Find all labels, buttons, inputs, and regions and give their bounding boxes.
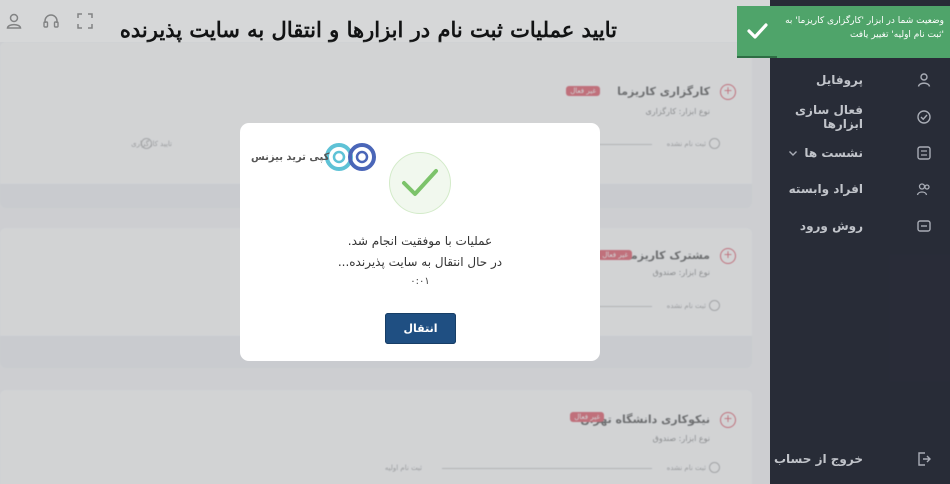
- success-message: عملیات با موفقیت انجام شد.: [347, 234, 493, 248]
- toast-message: وضعیت شما در ابزار 'کارگزاری کاریزما' به…: [785, 16, 944, 40]
- copytrade-logo-icon: [325, 143, 376, 171]
- toast-check-icon: [747, 23, 768, 39]
- redirect-message: در حال انتقال به سایت پذیرنده...: [337, 255, 503, 269]
- toast-progress: [737, 56, 777, 58]
- transfer-button[interactable]: انتقال: [385, 313, 456, 344]
- logo-text: کپی ترید بیزنس: [251, 152, 330, 163]
- countdown-timer: ۰:۰۱: [410, 276, 430, 287]
- check-icon: [402, 169, 438, 196]
